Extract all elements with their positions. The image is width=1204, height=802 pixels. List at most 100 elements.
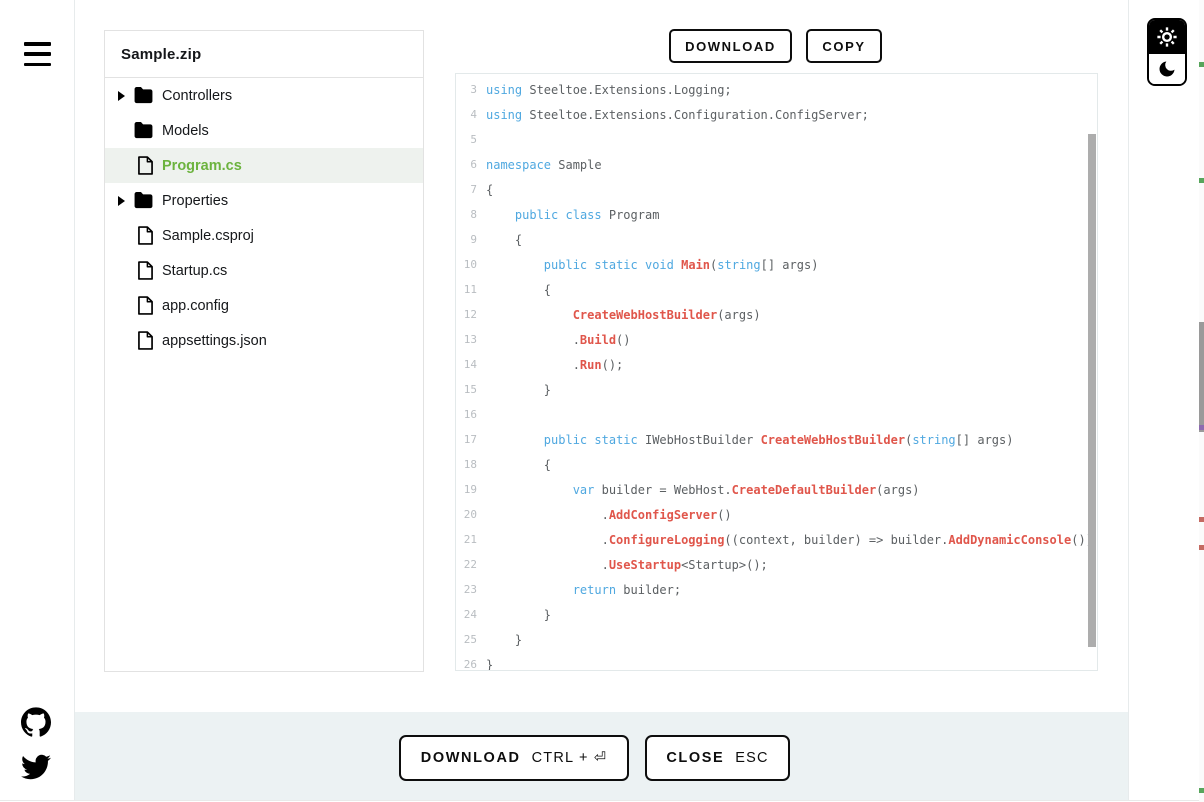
hamburger-menu-icon[interactable] [24,42,51,66]
line-number: 13 [456,333,486,346]
tree-item-models[interactable]: Models [105,113,423,148]
tree-item-label: Program.cs [162,158,242,174]
code-line-5: 5 [456,127,1097,152]
page-scrollbar[interactable] [1199,0,1204,802]
line-number: 11 [456,283,486,296]
scrollbar-mark [1199,788,1204,793]
code-line-9: 9 { [456,227,1097,252]
copy-button[interactable]: COPY [806,29,882,63]
code-viewer: 3using Steeltoe.Extensions.Logging;4usin… [455,73,1098,671]
light-theme-button[interactable] [1149,20,1185,54]
code-line-17: 17 public static IWebHostBuilder CreateW… [456,427,1097,452]
code-line-13: 13 .Build() [456,327,1097,352]
code-line-11: 11 { [456,277,1097,302]
code-text: public static IWebHostBuilder CreateWebH… [486,433,1013,447]
line-number: 3 [456,83,486,96]
code-text: CreateWebHostBuilder(args) [486,308,761,322]
tree-item-appsettings-json[interactable]: appsettings.json [105,323,423,358]
code-line-26: 26} [456,652,1097,671]
twitter-icon[interactable] [21,752,51,782]
close-shortcut-hint: ESC [735,750,768,766]
archive-title: Sample.zip [105,31,423,78]
code-line-3: 3using Steeltoe.Extensions.Logging; [456,77,1097,102]
code-line-16: 16 [456,402,1097,427]
tree-item-label: Controllers [162,88,232,104]
close-label: CLOSE [666,750,724,766]
code-line-18: 18 { [456,452,1097,477]
code-line-10: 10 public static void Main(string[] args… [456,252,1097,277]
tree-item-label: app.config [162,298,229,314]
tree-item-label: Startup.cs [162,263,227,279]
code-line-21: 21 .ConfigureLogging((context, builder) … [456,527,1097,552]
code-line-20: 20 .AddConfigServer() [456,502,1097,527]
code-text: namespace Sample [486,158,602,172]
code-text: { [486,458,551,472]
download-confirm-label: DOWNLOAD [421,750,521,766]
tree-item-app-config[interactable]: app.config [105,288,423,323]
scrollbar-mark [1199,322,1204,432]
code-line-4: 4using Steeltoe.Extensions.Configuration… [456,102,1097,127]
code-line-23: 23 return builder; [456,577,1097,602]
line-number: 24 [456,608,486,621]
line-number: 7 [456,183,486,196]
tree-item-program-cs[interactable]: Program.cs [105,148,423,183]
code-text: { [486,183,493,197]
line-number: 26 [456,658,486,671]
tree-item-label: Properties [162,193,228,209]
code-text: .AddConfigServer() [486,508,732,522]
download-shortcut-hint: CTRL + ⏎ [532,750,608,766]
github-octocat-icon [21,707,51,737]
file-tree-panel: Sample.zip Controllers Models Program.cs Pr… [104,30,424,672]
line-number: 19 [456,483,486,496]
code-line-14: 14 .Run(); [456,352,1097,377]
code-text: } [486,608,551,622]
close-button[interactable]: CLOSE ESC [645,735,790,781]
line-number: 15 [456,383,486,396]
download-button[interactable]: DOWNLOAD [669,29,792,63]
code-text: return builder; [486,583,681,597]
code-line-19: 19 var builder = WebHost.CreateDefaultBu… [456,477,1097,502]
line-number: 16 [456,408,486,421]
code-text: { [486,283,551,297]
scrollbar-mark [1199,517,1204,522]
download-confirm-button[interactable]: DOWNLOAD CTRL + ⏎ [399,735,629,781]
github-icon[interactable] [21,707,51,737]
line-number: 12 [456,308,486,321]
file-icon [138,296,153,315]
line-number: 8 [456,208,486,221]
moon-icon [1157,59,1177,79]
code-line-8: 8 public class Program [456,202,1097,227]
code-text: } [486,383,551,397]
code-text: .Build() [486,333,631,347]
code-text: using Steeltoe.Extensions.Configuration.… [486,108,869,122]
page-bottom-divider [0,800,1204,801]
code-text: .ConfigureLogging((context, builder) => … [486,533,1093,547]
expand-caret-icon[interactable] [118,91,125,101]
line-number: 20 [456,508,486,521]
tree-item-controllers[interactable]: Controllers [105,78,423,113]
tree-item-label: Models [162,123,209,139]
folder-icon [133,87,154,104]
line-number: 10 [456,258,486,271]
code-text: .Run(); [486,358,623,372]
tree-item-startup-cs[interactable]: Startup.cs [105,253,423,288]
tree-item-sample-csproj[interactable]: Sample.csproj [105,218,423,253]
code-line-22: 22 .UseStartup<Startup>(); [456,552,1097,577]
code-line-6: 6namespace Sample [456,152,1097,177]
expand-caret-icon[interactable] [118,196,125,206]
line-number: 14 [456,358,486,371]
theme-toggle [1147,18,1187,86]
tree-item-label: Sample.csproj [162,228,254,244]
file-tree-list: Controllers Models Program.cs Properties Sam… [105,78,423,358]
file-icon [138,331,153,350]
code-scrollbar-thumb[interactable] [1088,134,1096,647]
line-number: 17 [456,433,486,446]
code-text: .UseStartup<Startup>(); [486,558,768,572]
tree-item-properties[interactable]: Properties [105,183,423,218]
code-text: using Steeltoe.Extensions.Logging; [486,83,732,97]
code-text: public class Program [486,208,659,222]
line-number: 9 [456,233,486,246]
line-number: 21 [456,533,486,546]
dark-theme-button[interactable] [1149,54,1185,84]
folder-icon [133,122,154,139]
